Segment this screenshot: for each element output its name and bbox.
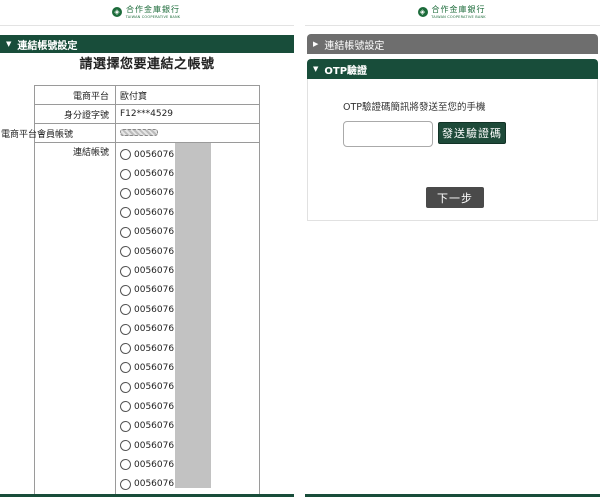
section-header-link-account[interactable]: ▶ 連結帳號設定 xyxy=(307,34,598,54)
radio-button[interactable] xyxy=(120,304,131,316)
bank-logo-icon: ◈ xyxy=(417,6,428,17)
section-title: 連結帳號設定 xyxy=(17,40,78,52)
field-label-platform: 電商平台 xyxy=(34,85,116,105)
account-number: 0056076 xyxy=(134,324,175,335)
account-list-cell: 0056076 0056076 0056076 0056076 0056076 00560… xyxy=(115,141,260,496)
account-number: 0056076 xyxy=(134,440,175,451)
otp-message: OTP驗證碼簡訊將發送至您的手機 xyxy=(343,102,486,113)
account-number: 0056076 xyxy=(134,479,175,490)
bank-logo-subtext: TAIWAN COOPERATIVE BANK xyxy=(431,15,486,19)
radio-button[interactable] xyxy=(120,420,131,432)
field-label-id: 身分證字號 xyxy=(34,104,116,124)
send-otp-button[interactable]: 發送驗證碼 xyxy=(438,122,506,144)
field-value-id: F12***4529 xyxy=(115,104,260,124)
account-radio-list: 0056076 0056076 0056076 0056076 0056076 00560… xyxy=(120,143,255,494)
otp-section-card: ▼ OTP驗證 OTP驗證碼簡訊將發送至您的手機 發送驗證碼 下一步 xyxy=(307,59,598,221)
field-value-platform: 歐付寶 xyxy=(115,85,260,105)
bank-logo: ◈ 合作金庫銀行 TAIWAN COOPERATIVE BANK xyxy=(110,3,184,22)
radio-button[interactable] xyxy=(120,168,131,180)
radio-button[interactable] xyxy=(120,323,131,335)
radio-button[interactable] xyxy=(120,187,131,199)
page-title: 請選擇您要連結之帳號 xyxy=(79,57,215,72)
radio-button[interactable] xyxy=(120,362,131,374)
otp-input[interactable] xyxy=(343,121,433,147)
right-screen: ◈ 合作金庫銀行 TAIWAN COOPERATIVE BANK ▶ 連結帳號設… xyxy=(305,0,600,497)
bank-logo-subtext: TAIWAN COOPERATIVE BANK xyxy=(125,15,181,19)
bank-logo: ◈ 合作金庫銀行 TAIWAN COOPERATIVE BANK xyxy=(415,3,490,22)
field-label-accounts: 連結帳號 xyxy=(34,141,116,496)
radio-button[interactable] xyxy=(120,401,131,413)
field-label-member-text: 電商平台會員帳號 xyxy=(1,129,74,140)
radio-button[interactable] xyxy=(120,207,131,219)
account-number: 0056076 xyxy=(134,382,175,393)
section-header-link-account[interactable]: ▼ 連結帳號設定 xyxy=(0,35,294,53)
bank-logo-icon: ◈ xyxy=(112,6,122,17)
header-logo-bar: ◈ 合作金庫銀行 TAIWAN COOPERATIVE BANK xyxy=(305,0,600,26)
section-header-otp[interactable]: ▼ OTP驗證 xyxy=(307,59,598,79)
account-number: 0056076 xyxy=(134,362,175,373)
account-number: 0056076 xyxy=(134,207,175,218)
redaction-mask xyxy=(175,143,211,488)
account-number: 0056076 xyxy=(134,149,175,160)
section-title: OTP驗證 xyxy=(324,65,368,77)
radio-button[interactable] xyxy=(120,149,131,161)
left-screen: ◈ 合作金庫銀行 TAIWAN COOPERATIVE BANK ▼ 連結帳號設… xyxy=(0,0,294,497)
table-row: 連結帳號 0056076 0056076 0056076 0056076 0056076… xyxy=(34,141,260,496)
next-step-button[interactable]: 下一步 xyxy=(426,187,484,208)
account-number: 0056076 xyxy=(134,421,175,432)
triangle-right-icon: ▶ xyxy=(313,40,319,48)
radio-button[interactable] xyxy=(120,226,131,238)
account-number: 0056076 xyxy=(134,285,175,296)
triangle-down-icon: ▼ xyxy=(6,40,12,48)
account-number: 0056076 xyxy=(134,266,175,277)
bank-logo-text: 合作金庫銀行 xyxy=(126,5,180,14)
account-number: 0056076 xyxy=(134,459,175,470)
table-row: 電商平台 歐付寶 xyxy=(34,85,260,105)
table-row: 身分證字號 F12***4529 xyxy=(34,104,260,124)
radio-button[interactable] xyxy=(120,246,131,258)
account-number: 0056076 xyxy=(134,246,175,257)
radio-button[interactable] xyxy=(120,459,131,471)
triangle-down-icon: ▼ xyxy=(313,65,319,73)
radio-button[interactable] xyxy=(120,284,131,296)
field-value-member xyxy=(115,123,260,143)
account-number: 0056076 xyxy=(134,169,175,180)
account-number: 0056076 xyxy=(134,227,175,238)
account-number: 0056076 xyxy=(134,188,175,199)
section-title: 連結帳號設定 xyxy=(324,40,385,52)
account-number: 0056076 xyxy=(134,343,175,354)
radio-button[interactable] xyxy=(120,343,131,355)
radio-button[interactable] xyxy=(120,440,131,452)
otp-body: OTP驗證碼簡訊將發送至您的手機 發送驗證碼 下一步 xyxy=(307,79,598,221)
radio-button[interactable] xyxy=(120,381,131,393)
radio-button[interactable] xyxy=(120,478,131,490)
radio-button[interactable] xyxy=(120,265,131,277)
table-row: 電商平台會員帳號 xyxy=(1,123,260,143)
account-number: 0056076 xyxy=(134,304,175,315)
account-number: 0056076 xyxy=(134,401,175,412)
bank-logo-text: 合作金庫銀行 xyxy=(431,5,486,14)
field-label-member: 電商平台會員帳號 xyxy=(1,123,116,143)
collapsed-section-card: ▶ 連結帳號設定 xyxy=(307,34,598,54)
account-form-table: 電商平台 歐付寶 身分證字號 F12***4529 電商平台會員帳號 連結帳號 … xyxy=(1,85,260,496)
redacted-member-account xyxy=(120,129,158,136)
header-logo-bar: ◈ 合作金庫銀行 TAIWAN COOPERATIVE BANK xyxy=(0,0,294,26)
